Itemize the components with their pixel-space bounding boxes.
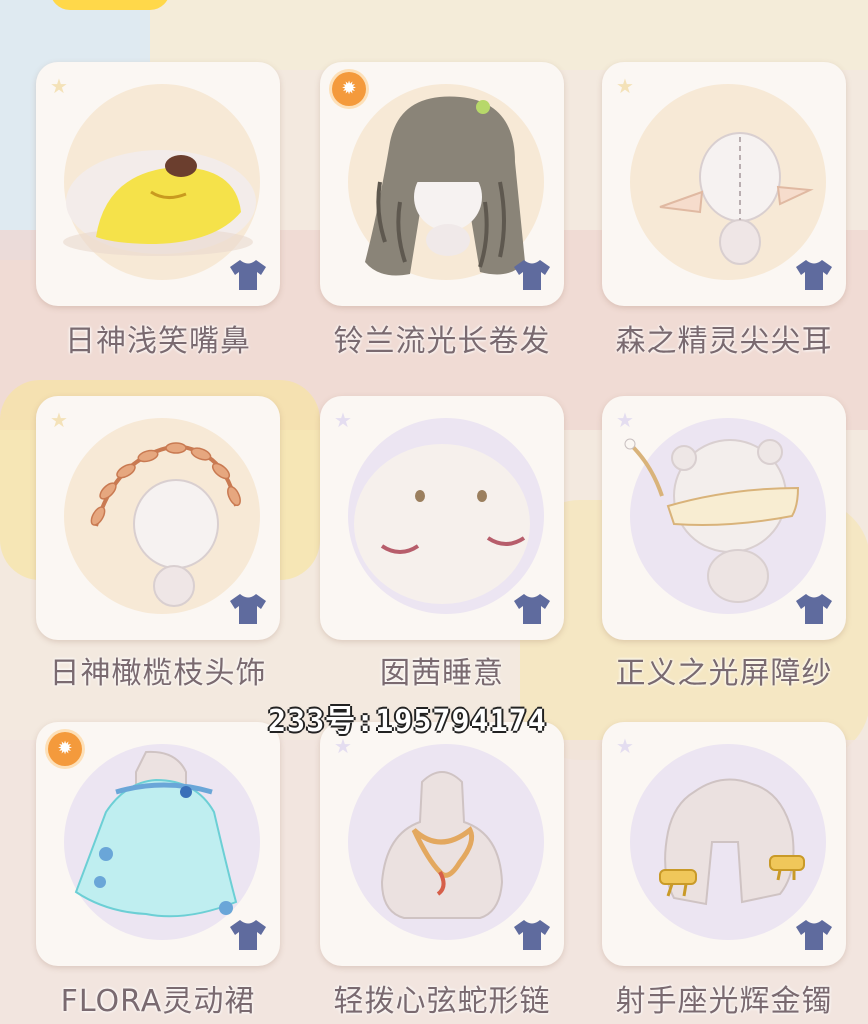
item-name-label: 森之精灵尖尖耳 [615,324,833,359]
item-card[interactable]: ★ [320,722,564,966]
clothing-shirt-icon [230,260,266,290]
clothing-shirt-icon [796,920,832,950]
clothing-shirt-icon [230,594,266,624]
clothing-shirt-icon [514,920,550,950]
item-name-label: 日神橄榄枝头饰 [49,656,267,691]
item-card[interactable]: ✹ [320,62,564,306]
item-card[interactable]: ★ [36,62,280,306]
item-name-label: FLORA灵动裙 [60,984,256,1019]
watermark-id: 233号:195794174 [268,704,547,739]
item-name-label: 囡茜睡意 [380,656,504,691]
clothing-shirt-icon [514,260,550,290]
item-grid: ★ ✹ ★ ★ ★ ★ ✹ ★ ★ 日神浅笑嘴鼻 铃兰流光长卷发 森之精灵尖尖耳… [0,0,868,1024]
item-card[interactable]: ★ [36,396,280,640]
item-name-label: 射手座光辉金镯 [615,984,833,1019]
item-card[interactable]: ★ [602,396,846,640]
clothing-shirt-icon [230,920,266,950]
item-name-label: 正义之光屏障纱 [615,656,833,691]
item-name-label: 铃兰流光长卷发 [333,324,551,359]
clothing-shirt-icon [796,594,832,624]
clothing-shirt-icon [514,594,550,624]
clothing-shirt-icon [796,260,832,290]
item-name-label: 日神浅笑嘴鼻 [65,324,251,359]
item-card[interactable]: ✹ [36,722,280,966]
item-name-label: 轻拨心弦蛇形链 [333,984,551,1019]
item-card[interactable]: ★ [602,722,846,966]
item-card[interactable]: ★ [602,62,846,306]
item-card[interactable]: ★ [320,396,564,640]
